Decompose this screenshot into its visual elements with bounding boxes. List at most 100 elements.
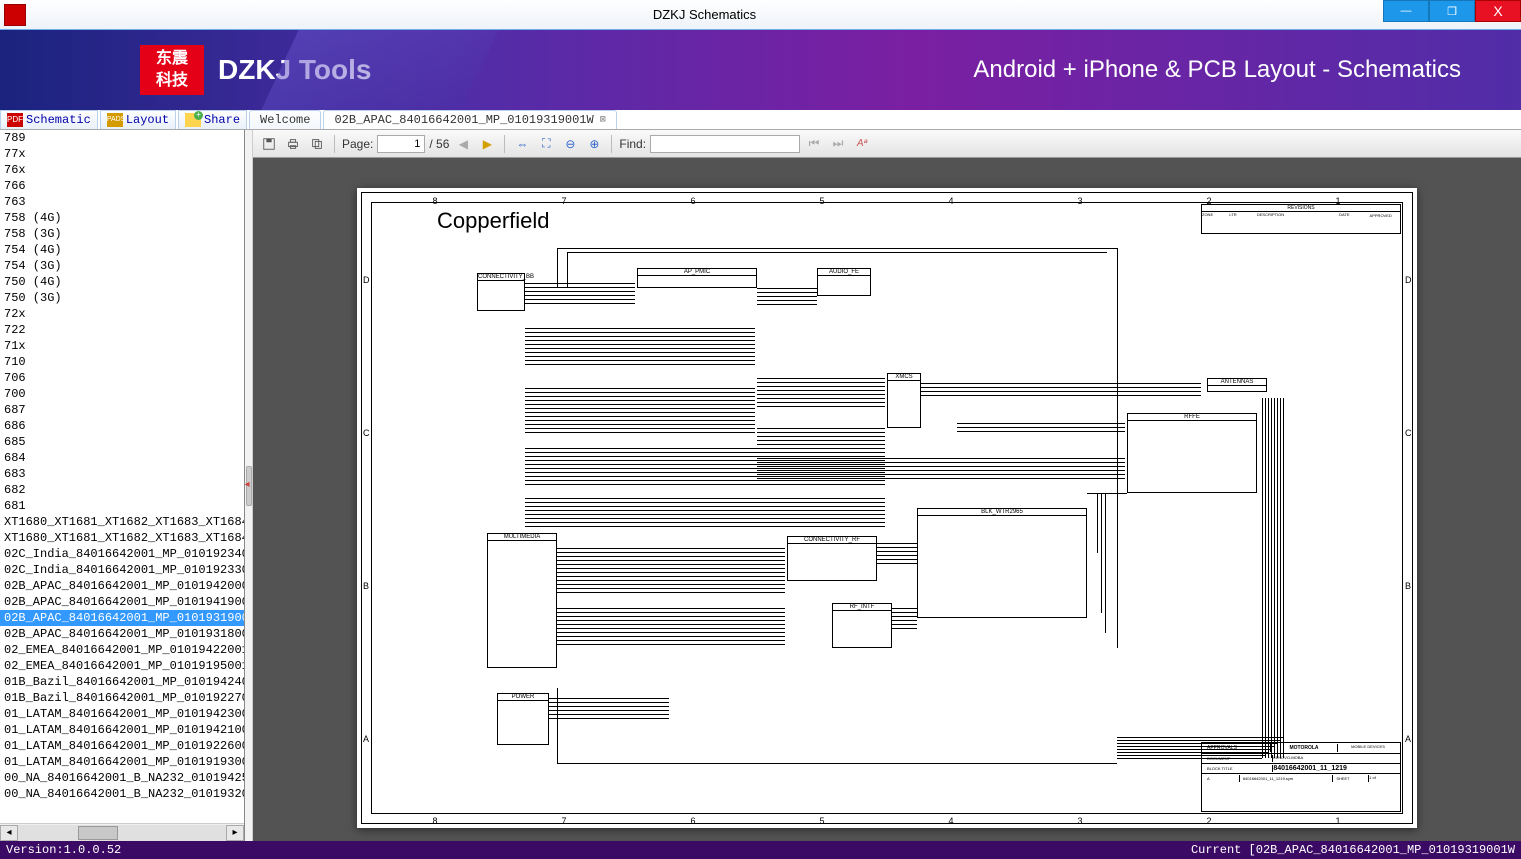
tree-item[interactable]: 02_EMEA_84016642001_MP_01019195001W [0,658,244,674]
tree-item[interactable]: 72x [0,306,244,322]
next-page-button[interactable]: ▶ [477,134,497,154]
title-block: APPROVALSMOTOROLAMOBILE DEVICES DOCUMENT… [1201,742,1401,812]
find-input[interactable] [650,135,800,153]
separator [504,135,505,153]
tree-item[interactable]: 789 [0,130,244,146]
tree-item[interactable]: 710 [0,354,244,370]
share-icon [185,113,201,127]
tab-share[interactable]: Share [178,110,247,129]
tree-item[interactable]: 01_LATAM_84016642001_MP_01019226001W [0,738,244,754]
tree-item[interactable]: 02B_APAC_84016642001_MP_01019319001W [0,610,244,626]
match-case-button[interactable]: Aª [852,134,872,154]
tree-item[interactable]: 02_EMEA_84016642001_MP_01019422001W [0,642,244,658]
fit-width-button[interactable]: ⇔ [512,134,532,154]
scroll-track[interactable] [18,825,226,841]
maximize-button[interactable]: ❐ [1429,0,1475,22]
coord-col: 8 [433,816,438,826]
tree-item[interactable]: 763 [0,194,244,210]
tree-item[interactable]: 750 (3G) [0,290,244,306]
doc-tab-welcome[interactable]: Welcome [249,110,321,129]
pads-icon: PADS [107,113,123,127]
coord-col: 5 [820,196,825,206]
prev-page-button[interactable]: ◀ [453,134,473,154]
coord-col: 1 [1336,816,1341,826]
fit-page-button[interactable]: ⛶ [536,134,556,154]
find-prev-button[interactable]: ⏮ [804,134,824,154]
zoom-out-icon: ⊖ [565,137,575,151]
tree-item[interactable]: 682 [0,482,244,498]
tree-item[interactable]: 77x [0,146,244,162]
tree-item[interactable]: 01B_Bazil_84016642001_MP_01019424001W [0,674,244,690]
find-next-icon: ⏭ [833,136,844,151]
block-wtr2965: BLK_WTR2965 [917,508,1087,618]
tree-item[interactable]: 758 (4G) [0,210,244,226]
tree-item[interactable]: 01_LATAM_84016642001_MP_01019421001W [0,722,244,738]
tree-item[interactable]: 01_LATAM_84016642001_MP_01019193001W [0,754,244,770]
block-rf-intf: RF_INTF [832,603,892,648]
doc-tab-active[interactable]: 02B_APAC_84016642001_MP_01019319001W ⊠ [323,110,616,129]
coord-row: A [1405,734,1411,744]
tab-layout[interactable]: PADS Layout [100,110,176,129]
tree-item[interactable]: 02B_APAC_84016642001_MP_01019420001W [0,578,244,594]
tree-item[interactable]: 684 [0,450,244,466]
zoom-in-button[interactable]: ⊕ [584,134,604,154]
doc-tab-welcome-label: Welcome [260,113,310,127]
find-next-button[interactable]: ⏭ [828,134,848,154]
coord-col: 3 [1078,816,1083,826]
schematic-title: Copperfield [437,208,550,234]
tree-item[interactable]: 00_NA_84016642001_B_NA232_01019320001W [0,786,244,802]
statusbar: Version:1.0.0.52 Current [02B_APAC_84016… [0,841,1521,859]
save-button[interactable] [259,134,279,154]
tree-item[interactable]: 02B_APAC_84016642001_MP_01019419001W [0,594,244,610]
tab-schematic[interactable]: PDF Schematic [0,110,98,129]
tree-item[interactable]: 685 [0,434,244,450]
block-audio-fe: AUDIO_FE [817,268,871,296]
tree-item[interactable]: 02C_India_84016642001_MP_01019234001W [0,546,244,562]
tree-item[interactable]: 71x [0,338,244,354]
tree-item[interactable]: XT1680_XT1681_XT1682_XT1683_XT1684_XT1 [0,530,244,546]
scroll-thumb[interactable] [78,826,118,840]
tree-item[interactable]: 700 [0,386,244,402]
copy-button[interactable] [307,134,327,154]
tree-item[interactable]: 766 [0,178,244,194]
tree-item[interactable]: 687 [0,402,244,418]
tree-item[interactable]: 00_NA_84016642001_B_NA232_01019425001W [0,770,244,786]
tree-item[interactable]: 706 [0,370,244,386]
tree-item[interactable]: 681 [0,498,244,514]
tree-item[interactable]: 01_LATAM_84016642001_MP_01019423001W [0,706,244,722]
tree-item[interactable]: 754 (4G) [0,242,244,258]
find-prev-icon: ⏮ [809,136,820,151]
sidebar-hscroll[interactable]: ◂ ▸ [0,823,244,841]
print-icon [286,137,300,151]
minimize-button[interactable]: — [1383,0,1429,22]
tree-item[interactable]: 02C_India_84016642001_MP_01019233001W [0,562,244,578]
canvas[interactable]: Copperfield 8877665544332211DDCCBBAA REV… [253,158,1521,841]
tree-item[interactable]: 683 [0,466,244,482]
tree-item[interactable]: 754 (3G) [0,258,244,274]
scroll-left-icon[interactable]: ◂ [0,825,18,841]
tree-item[interactable]: XT1680_XT1681_XT1682_XT1683_XT1684_XT1 [0,514,244,530]
separator [611,135,612,153]
scroll-right-icon[interactable]: ▸ [226,825,244,841]
tree-item[interactable]: 758 (3G) [0,226,244,242]
tree-item[interactable]: 02B_APAC_84016642001_MP_01019318001W [0,626,244,642]
coord-row: B [363,581,369,591]
tree-item[interactable]: 686 [0,418,244,434]
current-file-label: Current [02B_APAC_84016642001_MP_0101931… [1191,843,1515,857]
file-tree[interactable]: 78977x76x766763758 (4G)758 (3G)754 (4G)7… [0,130,244,823]
tree-item[interactable]: 722 [0,322,244,338]
coord-row: D [363,275,370,285]
close-tab-icon[interactable]: ⊠ [600,114,606,126]
splitter[interactable] [245,130,253,841]
titlebar: DZKJ Schematics — ❐ X [0,0,1521,30]
separator [334,135,335,153]
coord-row: B [1405,581,1411,591]
tree-item[interactable]: 750 (4G) [0,274,244,290]
tree-item[interactable]: 01B_Bazil_84016642001_MP_01019227001W [0,690,244,706]
print-button[interactable] [283,134,303,154]
zoom-out-button[interactable]: ⊖ [560,134,580,154]
page-input[interactable] [377,135,425,153]
block-xmcs: XMCS [887,373,921,428]
close-button[interactable]: X [1475,0,1521,22]
tree-item[interactable]: 76x [0,162,244,178]
